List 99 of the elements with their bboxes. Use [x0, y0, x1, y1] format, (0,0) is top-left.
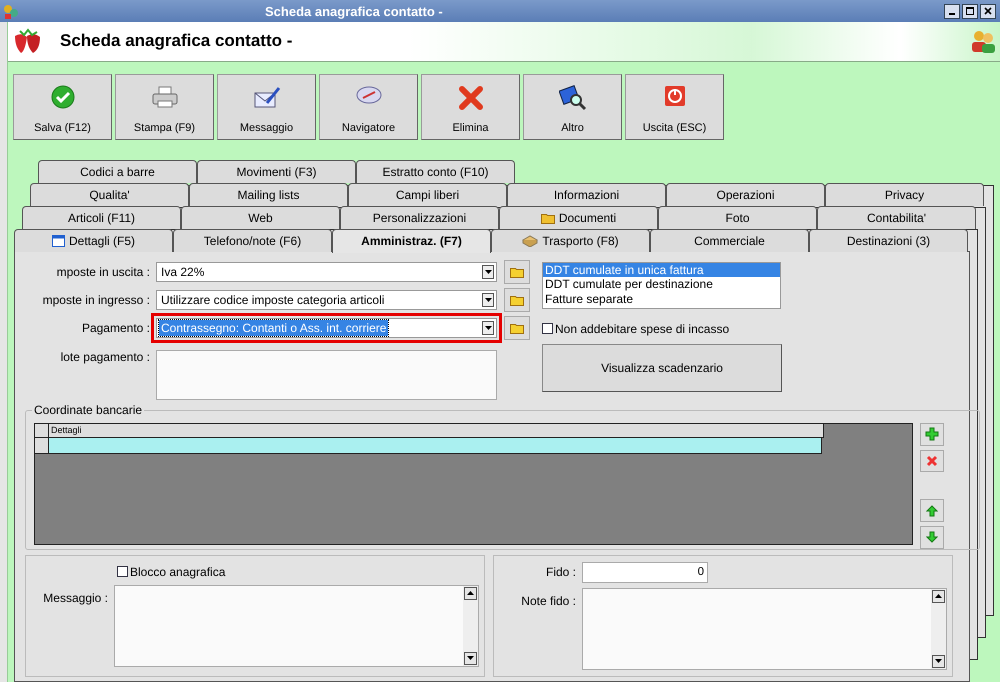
tab[interactable]: Campi liberi [348, 182, 507, 206]
field-label: mposte in uscita : [56, 264, 151, 279]
dropdown-button[interactable] [482, 264, 494, 279]
toolbar-button[interactable]: Stampa (F9) [115, 74, 214, 140]
app-icon [2, 2, 20, 20]
cross-icon [458, 84, 484, 111]
field-label: Fido : [544, 564, 577, 579]
minimize-button[interactable] [944, 4, 960, 18]
schedule-button[interactable]: Visualizza scadenzario [542, 344, 782, 392]
list-item[interactable]: DDT cumulate per destinazione [543, 277, 780, 292]
dropdown-field[interactable]: Utilizzare codice imposte categoria articoli [156, 290, 497, 310]
down-triangle-icon [467, 656, 474, 660]
tab[interactable]: Informazioni [507, 182, 666, 206]
credit-field[interactable]: 0 [582, 562, 708, 583]
magnifier-icon [558, 84, 586, 111]
row-header-cell[interactable] [35, 438, 49, 454]
folder-icon [540, 212, 555, 224]
caret-icon [484, 326, 492, 330]
compass-icon [354, 84, 382, 105]
tab[interactable]: Codici a barre [38, 160, 197, 183]
field-label: mposte in ingresso : [42, 292, 151, 307]
caret-icon [484, 270, 492, 274]
grid-row[interactable] [49, 438, 822, 454]
checkbox[interactable] [542, 323, 553, 334]
move-down-button[interactable] [920, 526, 944, 549]
power-icon [664, 84, 686, 107]
tab[interactable]: Personalizzazioni [340, 206, 499, 229]
toolbar-button[interactable]: Elimina [421, 74, 520, 140]
group-title: Coordinate bancarie [32, 402, 144, 417]
invoice-options-list[interactable]: DDT cumulate in unica fattura DDT cumulate per destinazione Fatture separate [542, 262, 781, 309]
scroll-up-button[interactable] [464, 586, 477, 600]
folder-icon [510, 322, 524, 334]
tab[interactable]: Commerciale [650, 228, 809, 252]
form-title: Scheda anagrafica contatto - [60, 31, 294, 52]
parcel-icon [522, 234, 538, 247]
column-header[interactable]: Dettagli [49, 424, 824, 438]
window-icon [52, 234, 65, 247]
list-item[interactable]: Fatture separate [543, 292, 780, 306]
users-icon [970, 29, 996, 54]
maximize-button[interactable] [962, 4, 978, 18]
folder-button[interactable] [504, 316, 530, 340]
folder-button[interactable] [504, 288, 530, 312]
tab[interactable]: Amministraz. (F7) [332, 228, 491, 253]
tab[interactable]: Privacy [825, 182, 984, 206]
close-icon [984, 7, 992, 15]
up-triangle-icon [467, 591, 474, 596]
field-label: Note fido : [520, 594, 577, 608]
up-arrow-icon [926, 504, 938, 517]
scrollbar[interactable] [463, 586, 478, 666]
close-button[interactable] [980, 4, 996, 18]
up-triangle-icon [935, 594, 942, 598]
dropdown-field[interactable]: Iva 22% [156, 262, 497, 282]
printer-icon [150, 84, 178, 109]
tab[interactable]: Contabilita' [817, 206, 976, 229]
checkmark-icon [50, 84, 74, 109]
field-label: Pagamento : [80, 320, 151, 335]
checkbox[interactable] [117, 566, 128, 578]
scrollbar[interactable] [931, 588, 946, 669]
checkbox-label: Blocco anagrafica [130, 564, 226, 579]
dropdown-button[interactable] [482, 292, 494, 307]
plus-icon [925, 427, 939, 442]
tab[interactable]: Trasporto (F8) [491, 228, 650, 252]
tab[interactable]: Movimenti (F3) [197, 160, 356, 183]
field-label: lote pagamento : [60, 350, 151, 366]
tab[interactable]: Dettagli (F5) [14, 228, 173, 252]
list-item[interactable]: DDT cumulate in unica fattura [543, 262, 780, 278]
scroll-up-button[interactable] [932, 590, 945, 603]
tab[interactable]: Telefono/note (F6) [173, 228, 332, 252]
folder-icon [510, 294, 524, 306]
toolbar-button[interactable]: Navigatore [319, 74, 418, 140]
tab[interactable]: Qualita' [30, 182, 189, 206]
tab[interactable]: Foto [658, 206, 817, 229]
remove-button[interactable] [920, 450, 944, 472]
toolbar-button[interactable]: Salva (F12) [13, 74, 112, 140]
toolbar-button[interactable]: Messaggio [217, 74, 316, 140]
down-triangle-icon [935, 659, 942, 664]
down-arrow-icon [926, 531, 938, 544]
window-title: Scheda anagrafica contatto - [265, 4, 443, 18]
cross-icon [926, 454, 938, 467]
tab[interactable]: Documenti [499, 206, 658, 229]
caret-icon [484, 298, 492, 302]
folder-button[interactable] [504, 260, 530, 284]
toolbar-button[interactable]: Altro [523, 74, 622, 140]
tab[interactable]: Operazioni [666, 182, 825, 206]
tab[interactable]: Articoli (F11) [22, 206, 181, 229]
maximize-icon [966, 7, 974, 15]
tab[interactable]: Web [181, 206, 340, 229]
scroll-down-button[interactable] [932, 654, 945, 668]
field-label: Messaggio : [42, 590, 109, 605]
dropdown-button[interactable] [482, 320, 494, 335]
checkbox-label: Non addebitare spese di incasso [555, 322, 730, 336]
tab[interactable]: Mailing lists [189, 182, 348, 206]
toolbar-button[interactable]: Uscita (ESC) [625, 74, 724, 140]
move-up-button[interactable] [920, 499, 944, 522]
add-button[interactable] [920, 422, 944, 446]
scroll-down-button[interactable] [464, 652, 477, 665]
folder-icon [510, 266, 524, 278]
tab[interactable]: Estratto conto (F10) [356, 160, 515, 183]
tab[interactable]: Destinazioni (3) [809, 228, 968, 252]
